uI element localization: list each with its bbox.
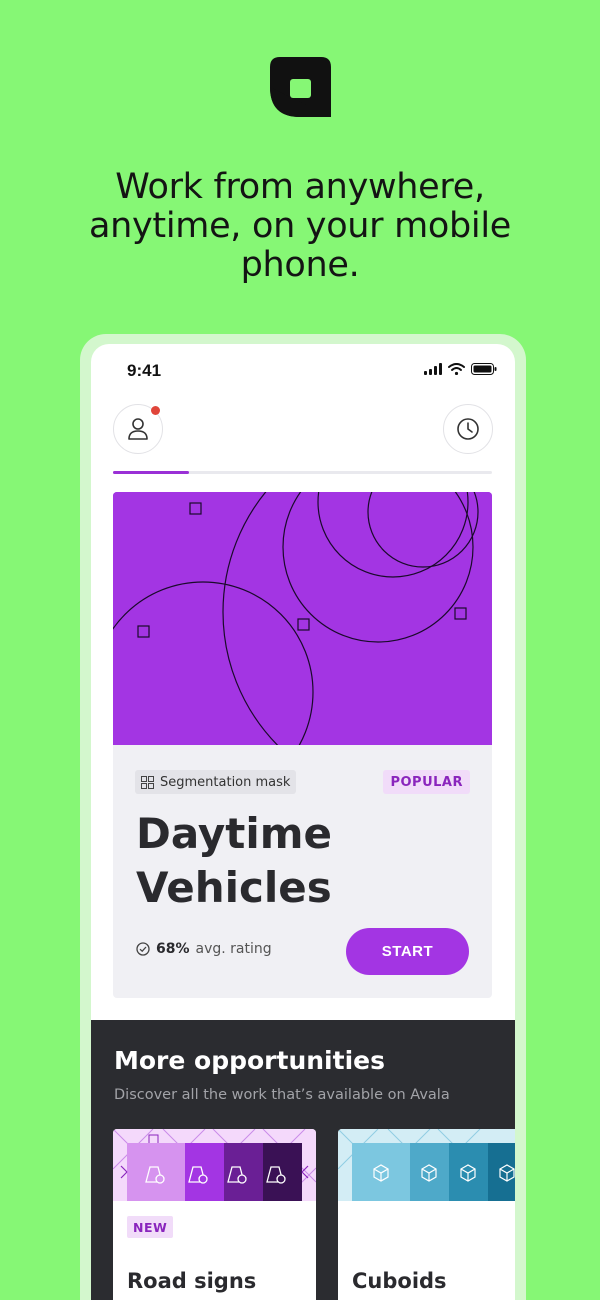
task-type-label: Segmentation mask [160,774,291,790]
clock-icon [457,418,479,440]
featured-task-card[interactable]: Segmentation mask POPULAR Daytime Vehicl… [113,492,492,998]
task-type-tag: Segmentation mask [135,770,297,794]
opportunity-title: Road signs [127,1269,257,1293]
more-subtitle: Discover all the work that’s available o… [114,1087,450,1103]
check-circle-icon [136,942,150,956]
signal-icon [424,363,442,375]
task-hero-illustration [113,492,492,745]
wifi-icon [448,363,465,375]
battery-icon [471,363,497,375]
opportunity-card-road-signs[interactable]: NEW Road signs [113,1129,316,1300]
rating-value: 68% [156,941,190,957]
more-title: More opportunities [114,1046,385,1075]
new-badge: NEW [127,1216,174,1238]
task-title-line-1: Daytime [136,809,333,858]
start-button[interactable]: START [346,928,469,975]
segmentation-icon [141,775,154,789]
opportunity-card-cuboids[interactable]: Cuboids [338,1129,515,1300]
headline-line-2: anytime, on your mobile [88,206,512,246]
headline-line-1: Work from anywhere, [115,167,485,207]
phone-screen: 9:41 Segmentation mask POPULAR Daytime V… [91,344,515,1300]
history-button[interactable] [443,404,493,454]
status-time: 9:41 [127,361,162,380]
user-icon [128,418,148,440]
popular-badge: POPULAR [383,770,470,794]
road-signs-banner [113,1129,316,1201]
more-opportunities-section: More opportunities Discover all the work… [91,1020,515,1300]
rating-label: avg. rating [195,941,272,957]
top-bar [91,404,515,464]
headline-line-3: phone. [240,245,360,285]
profile-button[interactable] [113,404,163,454]
status-bar: 9:41 [91,344,515,396]
task-rating: 68% avg. rating [136,941,272,957]
task-title-line-2: Vehicles [136,863,332,912]
opportunity-title: Cuboids [352,1269,447,1293]
notification-dot [151,406,160,415]
task-progress-fill [113,471,189,474]
status-icons [424,363,497,375]
headline: Work from anywhere, anytime, on your mob… [0,168,600,285]
task-progress-track [113,471,492,474]
cuboids-banner [338,1129,515,1201]
task-title: Daytime Vehicles [136,807,476,915]
avala-logo [270,57,331,117]
